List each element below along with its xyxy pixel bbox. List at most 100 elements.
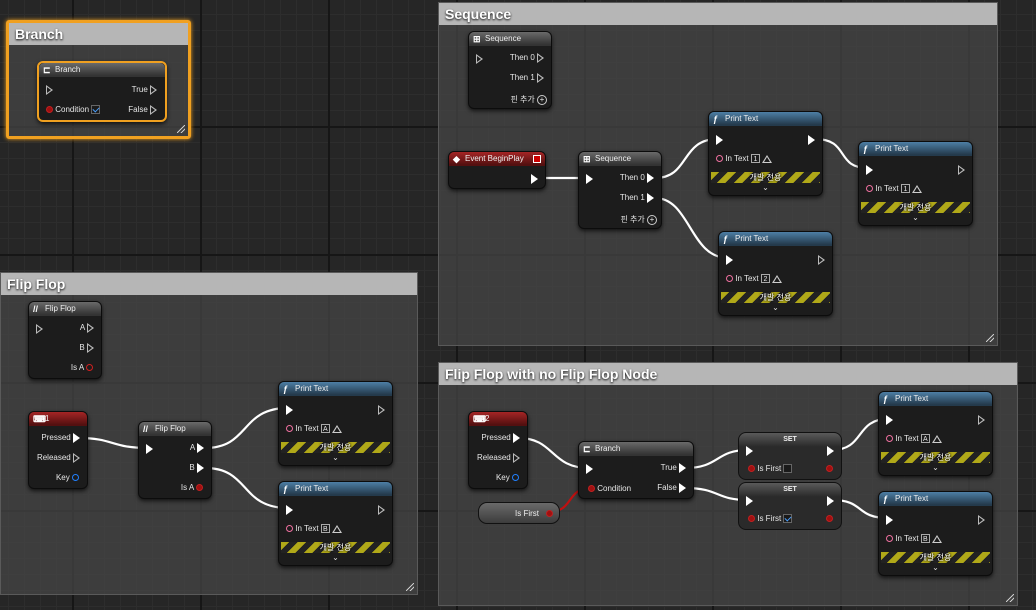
then1-pin[interactable]: Then 1 [620,192,654,204]
a-pin[interactable]: A [80,322,94,334]
sequence-node[interactable]: ⊞ Sequence Then 0 Then 1 핀 추가 + [578,151,662,229]
exec-in-pin[interactable] [46,84,53,96]
exec-in-pin[interactable] [746,445,753,457]
is-first-pin[interactable]: Is First [748,463,793,475]
in-text-value[interactable]: 2 [760,274,770,284]
sequence-node-unconnected[interactable]: ⊞ Sequence Then 0 Then 1 핀 추가 + [468,31,552,109]
add-pin-button[interactable]: 핀 추가 + [510,94,547,106]
exec-in-pin[interactable] [36,323,43,335]
exec-in-pin[interactable] [146,443,153,455]
add-pin-button[interactable]: 핀 추가 + [620,214,657,226]
exec-in-pin[interactable] [476,53,483,65]
then1-pin[interactable]: Then 1 [510,72,544,84]
key-pin[interactable]: Key [496,472,519,484]
exec-out-pin[interactable] [827,495,834,507]
in-text-value[interactable]: B [320,524,330,534]
is-first-pin[interactable]: Is First [748,513,793,525]
exec-in-pin[interactable] [726,254,733,266]
in-text-value[interactable]: B [920,534,930,544]
pressed-pin[interactable]: Pressed [481,432,520,444]
in-text-pin[interactable]: In Text A [286,423,343,435]
true-pin[interactable]: True [661,462,686,474]
released-pin[interactable]: Released [37,452,80,464]
in-text-pin[interactable]: In Text 2 [726,273,783,285]
flipflop-node[interactable]: // Flip Flop A B Is A [138,421,212,499]
print-text-node[interactable]: ƒ Print Text In Text B 개발 전용 ⌄ [278,481,393,566]
exec-out-pin[interactable] [818,254,825,266]
is-a-pin[interactable]: Is A [181,482,203,494]
output-pin[interactable] [826,513,833,525]
print-text-node[interactable]: ƒ Print Text In Text A 개발 전용 ⌄ [278,381,393,466]
condition-pin[interactable]: Condition [46,104,101,116]
exec-in-pin[interactable] [586,173,593,185]
chevron-down-icon[interactable]: ⌄ [859,214,972,222]
branch-node[interactable]: ⊏ Branch True Condition False [37,61,167,122]
in-text-value[interactable]: A [320,424,330,434]
key-2-event-node[interactable]: ⌨ 2 Pressed Released Key [468,411,528,489]
in-text-pin[interactable]: In Text A [886,433,943,445]
print-text-node[interactable]: ƒ Print Text In Text 2 개발 전용 ⌄ [718,231,833,316]
exec-out-pin[interactable] [978,414,985,426]
flipflop-node-unconnected[interactable]: // Flip Flop A B Is A [28,301,102,379]
exec-in-pin[interactable] [886,514,893,526]
key-1-event-node[interactable]: ⌨ 1 Pressed Released Key [28,411,88,489]
exec-out-pin[interactable] [978,514,985,526]
in-text-pin[interactable]: In Text 1 [866,183,923,195]
checkbox[interactable] [91,105,101,115]
b-pin[interactable]: B [189,462,204,474]
set-is-first-node[interactable]: SET Is First [738,482,842,530]
set-is-first-node[interactable]: SET Is First [738,432,842,480]
in-text-pin[interactable]: In Text B [286,523,343,535]
resize-handle[interactable] [1006,594,1014,602]
chevron-down-icon[interactable]: ⌄ [709,184,822,192]
print-text-node[interactable]: ƒ Print Text In Text 1 개발 전용 ⌄ [708,111,823,196]
exec-in-pin[interactable] [286,504,293,516]
resize-handle[interactable] [406,583,414,591]
chevron-down-icon[interactable]: ⌄ [279,554,392,562]
in-text-pin[interactable]: In Text 1 [716,153,773,165]
exec-in-pin[interactable] [716,134,723,146]
output-pin[interactable] [546,510,553,517]
false-pin[interactable]: False [657,482,686,494]
print-text-node[interactable]: ƒ Print Text In Text B 개발 전용 ⌄ [878,491,993,576]
is-first-variable-node[interactable]: Is First [478,502,560,524]
exec-in-pin[interactable] [586,463,593,475]
b-pin[interactable]: B [79,342,94,354]
in-text-value[interactable]: 1 [750,154,760,164]
in-text-pin[interactable]: In Text B [886,533,943,545]
exec-out-pin[interactable] [531,173,538,185]
chevron-down-icon[interactable]: ⌄ [279,454,392,462]
chevron-down-icon[interactable]: ⌄ [879,564,992,572]
output-pin[interactable] [826,463,833,475]
is-a-pin[interactable]: Is A [71,362,93,374]
exec-out-pin[interactable] [378,504,385,516]
released-pin[interactable]: Released [477,452,520,464]
resize-handle[interactable] [177,125,185,133]
true-pin[interactable]: True [132,84,157,96]
exec-out-pin[interactable] [378,404,385,416]
condition-pin[interactable]: Condition [588,483,631,495]
event-beginplay-node[interactable]: ◆ Event BeginPlay [448,151,546,189]
pressed-pin[interactable]: Pressed [41,432,80,444]
chevron-down-icon[interactable]: ⌄ [879,464,992,472]
key-pin[interactable]: Key [56,472,79,484]
exec-out-pin[interactable] [827,445,834,457]
exec-out-pin[interactable] [958,164,965,176]
false-pin[interactable]: False [128,104,157,116]
print-text-node[interactable]: ƒ Print Text In Text 1 개발 전용 ⌄ [858,141,973,226]
exec-in-pin[interactable] [866,164,873,176]
in-text-value[interactable]: 1 [900,184,910,194]
print-text-node[interactable]: ƒ Print Text In Text A 개발 전용 ⌄ [878,391,993,476]
then0-pin[interactable]: Then 0 [510,52,544,64]
then0-pin[interactable]: Then 0 [620,172,654,184]
exec-in-pin[interactable] [886,414,893,426]
resize-handle[interactable] [986,334,994,342]
checkbox[interactable] [783,464,793,474]
exec-in-pin[interactable] [286,404,293,416]
in-text-value[interactable]: A [920,434,930,444]
exec-out-pin[interactable] [808,134,815,146]
branch-node[interactable]: ⊏ Branch True Condition False [578,441,694,499]
checkbox[interactable] [783,514,793,524]
a-pin[interactable]: A [190,442,204,454]
exec-in-pin[interactable] [746,495,753,507]
